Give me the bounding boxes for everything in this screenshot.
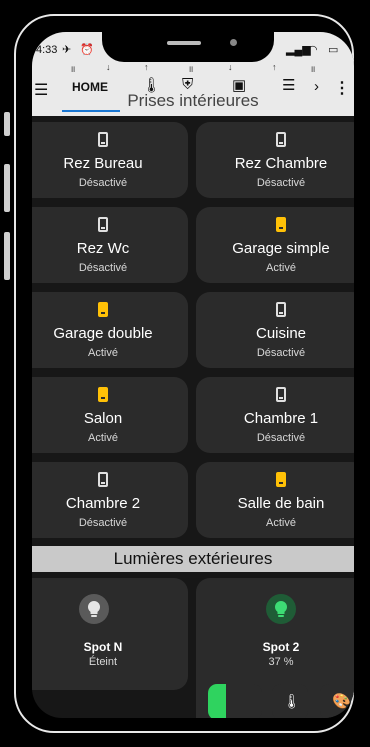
tab-up-icon: ↑ [144, 62, 149, 72]
notch [102, 28, 274, 62]
mute-switch [4, 112, 10, 136]
light-state: Éteint [88, 656, 118, 668]
outlet-name: Garage double [53, 325, 153, 342]
outlet-card[interactable]: Cuisine Désactivé [196, 292, 354, 368]
outlet-card[interactable]: Chambre 2 Désactivé [32, 462, 188, 538]
outlet-card[interactable]: Garage simple Activé [196, 207, 354, 283]
outlet-state: Désactivé [256, 432, 306, 444]
thermometer-icon: 🌡 [283, 693, 301, 709]
outlet-state: Désactivé [78, 177, 128, 189]
outlet-name: Chambre 1 [243, 410, 319, 427]
outlet-card[interactable]: Chambre 1 Désactivé [196, 377, 354, 453]
color-palette-button[interactable]: 🎨 [320, 684, 354, 718]
outlet-icon [98, 132, 108, 147]
wifi-icon: ◠ [308, 44, 318, 56]
outlet-icon [276, 132, 286, 147]
light-card[interactable]: Spot N Éteint [32, 578, 188, 690]
section-title-exterior: Lumières extérieures [32, 546, 354, 572]
outlet-state: Désactivé [256, 177, 306, 189]
outlet-icon [98, 217, 108, 232]
outlet-icon [276, 302, 286, 317]
outlet-state: Activé [266, 262, 296, 274]
outlet-card[interactable]: Salle de bain Activé [196, 462, 354, 538]
tab-pause-icon-3: ॥ [310, 64, 316, 74]
outlet-card[interactable]: Rez Bureau Désactivé [32, 122, 188, 198]
alarm-icon: ⏰ [80, 44, 94, 56]
outlet-card[interactable]: Rez Chambre Désactivé [196, 122, 354, 198]
outlet-icon [98, 472, 108, 487]
light-toggle-switch[interactable] [208, 684, 262, 718]
outlet-name: Rez Bureau [63, 155, 143, 172]
outlet-card[interactable]: Garage double Activé [32, 292, 188, 368]
tab-down-icon-2: ↓ [228, 62, 233, 72]
bulb-icon [79, 594, 109, 624]
outlet-state: Désactivé [78, 262, 128, 274]
tab-pause-icon-2: ॥ [188, 64, 194, 74]
tab-pause-icon: ॥ [70, 64, 76, 74]
light-name: Spot N [83, 640, 123, 654]
outlet-icon [276, 217, 286, 232]
outlet-name: Rez Chambre [234, 155, 328, 172]
outlet-icon [276, 387, 286, 402]
outlet-icon [98, 387, 108, 402]
outlet-icon [276, 472, 286, 487]
section-title-interior: Prises intérieures [127, 91, 259, 110]
light-state: 37 % [268, 656, 294, 668]
outlet-card[interactable]: Rez Wc Désactivé [32, 207, 188, 283]
outlet-state: Désactivé [78, 517, 128, 529]
outlet-state: Désactivé [256, 347, 306, 359]
light-name: Spot 2 [262, 640, 300, 654]
outlet-state: Activé [88, 432, 118, 444]
outlet-name: Rez Wc [76, 240, 130, 257]
tab-down-icon: ↓ [106, 62, 111, 72]
palette-icon: 🎨 [332, 693, 351, 710]
volume-down-button [4, 232, 10, 280]
outlet-card[interactable]: Salon Activé [32, 377, 188, 453]
outlet-name: Salle de bain [237, 495, 325, 512]
app-screen: 4:33 ✈ ⏰ ▂▄▆ ◠ ▭ ॥ ↓ ↑ ॥ ↓ ↑ ॥ ☰ HOME 🌡 … [32, 32, 354, 718]
outlet-icon [98, 302, 108, 317]
color-temperature-button[interactable]: 🌡 [272, 684, 308, 718]
tab-up-icon-2: ↑ [272, 62, 277, 72]
outlet-state: Activé [266, 517, 296, 529]
battery-icon: ▭ [328, 44, 339, 56]
signal-icon: ▂▄▆ [286, 44, 311, 56]
outlet-name: Chambre 2 [65, 495, 141, 512]
status-time: 4:33 [36, 44, 58, 56]
bulb-icon [266, 594, 296, 624]
volume-up-button [4, 164, 10, 212]
outlet-name: Garage simple [232, 240, 330, 257]
outlet-name: Cuisine [255, 325, 307, 342]
outlet-state: Activé [88, 347, 118, 359]
outlet-name: Salon [83, 410, 123, 427]
notification-icon: ✈ [62, 44, 72, 56]
